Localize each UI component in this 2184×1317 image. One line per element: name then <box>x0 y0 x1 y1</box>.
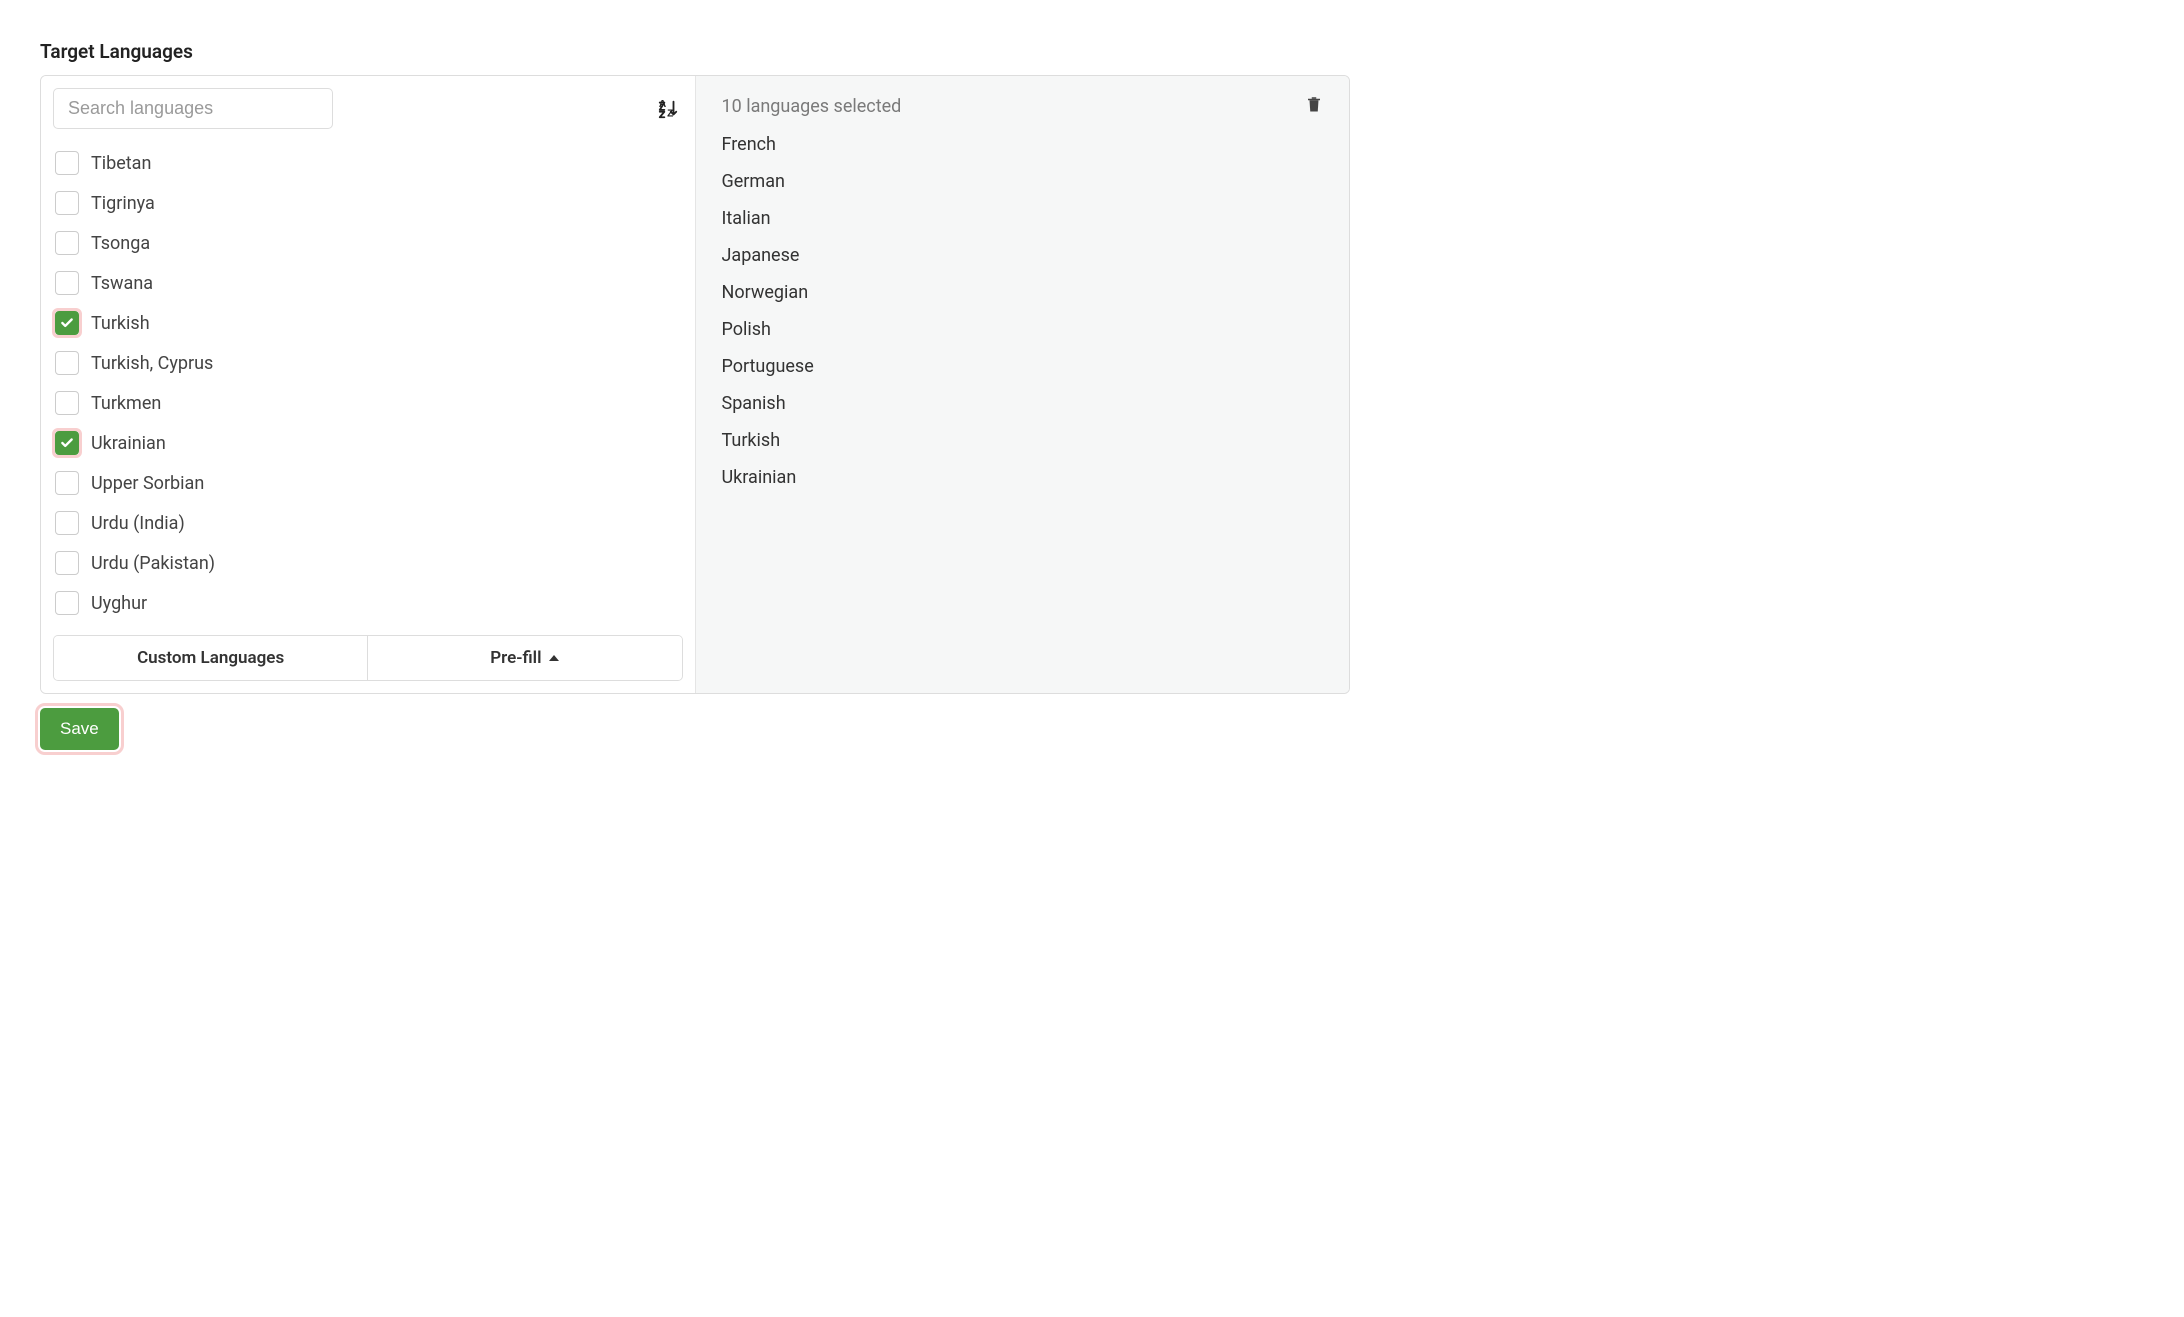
language-checkbox[interactable] <box>55 231 79 255</box>
language-checkbox[interactable] <box>55 311 79 335</box>
language-item[interactable]: Turkish, Cyprus <box>53 343 683 383</box>
custom-languages-label: Custom Languages <box>137 648 284 668</box>
language-item[interactable]: Tsonga <box>53 223 683 263</box>
selected-languages-panel: 10 languages selected French German Italia… <box>696 76 1350 693</box>
language-checkbox[interactable] <box>55 471 79 495</box>
search-input[interactable] <box>53 88 333 129</box>
language-label: Tigrinya <box>91 193 155 214</box>
language-label: Tsonga <box>91 233 150 254</box>
selected-language-item[interactable]: Turkish <box>722 430 1324 451</box>
sort-az-icon[interactable]: A Z <box>657 98 679 120</box>
language-label: Turkish, Cyprus <box>91 353 213 374</box>
language-checkbox[interactable] <box>55 511 79 535</box>
language-label: Ukrainian <box>91 433 166 454</box>
language-item[interactable]: Upper Sorbian <box>53 463 683 503</box>
language-checkbox[interactable] <box>55 431 79 455</box>
selected-list: French German Italian Japanese Norwegian Poli… <box>696 130 1350 492</box>
selected-language-item[interactable]: German <box>722 171 1324 192</box>
language-label: Urdu (Pakistan) <box>91 553 215 574</box>
language-checkbox[interactable] <box>55 271 79 295</box>
selected-language-item[interactable]: Italian <box>722 208 1324 229</box>
language-label: Urdu (India) <box>91 513 185 534</box>
caret-up-icon <box>549 655 559 661</box>
trash-icon[interactable] <box>1305 94 1323 118</box>
save-button[interactable]: Save <box>40 708 119 750</box>
available-languages-panel: A Z Tibetan Tigrinya Tsonga Tswana Turkish Tu… <box>41 76 696 693</box>
prefill-button[interactable]: Pre-fill <box>368 636 681 680</box>
selected-language-item[interactable]: French <box>722 134 1324 155</box>
language-checkbox[interactable] <box>55 191 79 215</box>
language-item[interactable]: Urdu (India) <box>53 503 683 543</box>
language-item[interactable]: Turkish <box>53 303 683 343</box>
search-row: A Z <box>41 76 695 139</box>
selected-language-item[interactable]: Ukrainian <box>722 467 1324 488</box>
section-title: Target Languages <box>40 40 1350 63</box>
language-list[interactable]: Tibetan Tigrinya Tsonga Tswana Turkish Turkis… <box>41 139 695 623</box>
save-button-label: Save <box>60 719 99 738</box>
language-label: Tibetan <box>91 153 151 174</box>
selected-language-item[interactable]: Norwegian <box>722 282 1324 303</box>
language-label: Turkish <box>91 313 150 334</box>
language-label: Upper Sorbian <box>91 473 204 494</box>
language-checkbox[interactable] <box>55 351 79 375</box>
selected-language-item[interactable]: Polish <box>722 319 1324 340</box>
language-item[interactable]: Turkmen <box>53 383 683 423</box>
prefill-label: Pre-fill <box>490 648 541 668</box>
language-item[interactable]: Tigrinya <box>53 183 683 223</box>
selected-language-item[interactable]: Portuguese <box>722 356 1324 377</box>
language-checkbox[interactable] <box>55 551 79 575</box>
language-label: Uyghur <box>91 593 147 614</box>
language-item[interactable]: Tswana <box>53 263 683 303</box>
language-checkbox[interactable] <box>55 151 79 175</box>
language-checkbox[interactable] <box>55 391 79 415</box>
custom-languages-button[interactable]: Custom Languages <box>54 636 368 680</box>
svg-text:A: A <box>658 99 666 110</box>
selected-language-item[interactable]: Japanese <box>722 245 1324 266</box>
target-languages-panel: A Z Tibetan Tigrinya Tsonga Tswana Turkish Tu… <box>40 75 1350 694</box>
language-item[interactable]: Urdu (Pakistan) <box>53 543 683 583</box>
language-item[interactable]: Ukrainian <box>53 423 683 463</box>
language-item[interactable]: Tibetan <box>53 143 683 183</box>
selected-count-label: 10 languages selected <box>722 96 902 117</box>
selected-header: 10 languages selected <box>696 76 1350 130</box>
language-checkbox[interactable] <box>55 591 79 615</box>
language-item[interactable]: Uyghur <box>53 583 683 623</box>
selected-language-item[interactable]: Spanish <box>722 393 1324 414</box>
bottom-button-row: Custom Languages Pre-fill <box>53 635 683 681</box>
language-label: Tswana <box>91 273 153 294</box>
language-label: Turkmen <box>91 393 161 414</box>
